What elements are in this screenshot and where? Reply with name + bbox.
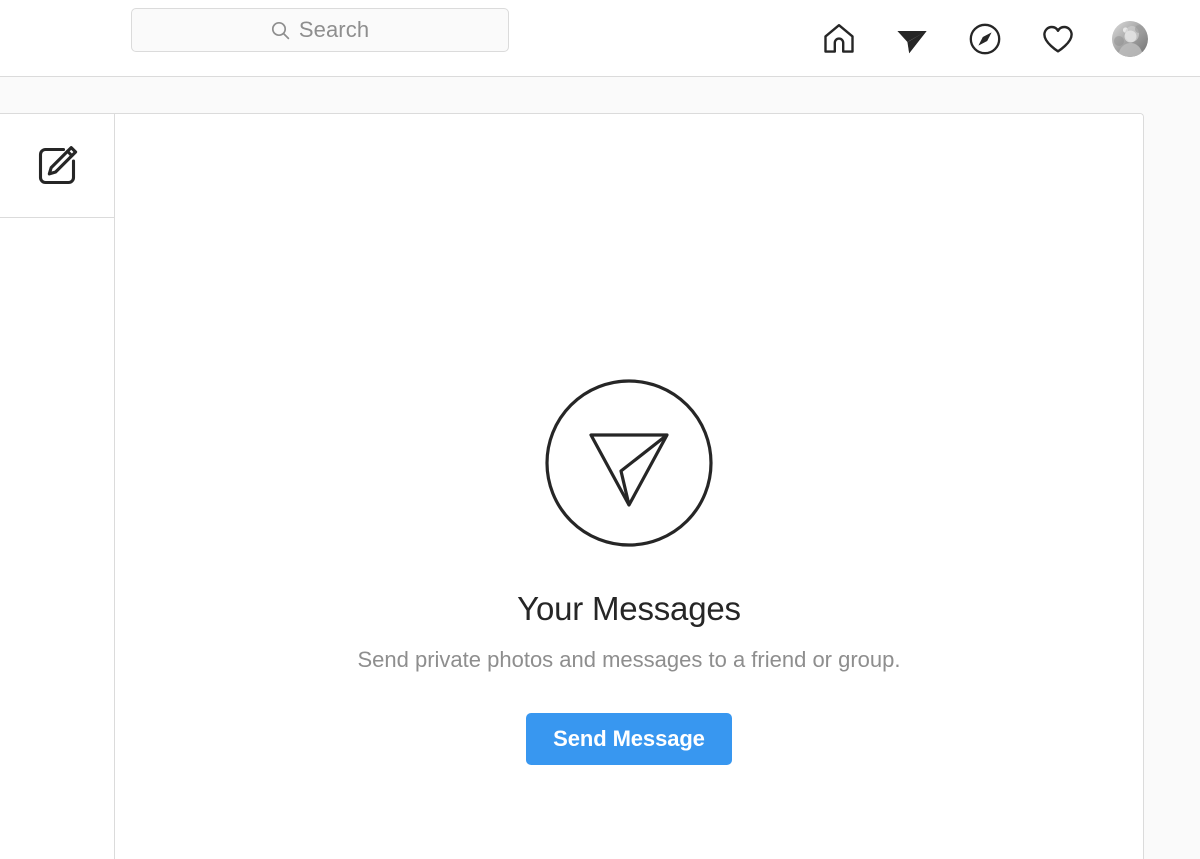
search-container: Search	[131, 8, 509, 52]
conversation-sidebar-header	[0, 114, 114, 218]
home-icon	[822, 22, 856, 56]
nav-direct-button[interactable]	[893, 20, 931, 58]
compose-pencil-icon	[33, 142, 81, 190]
profile-avatar[interactable]	[1112, 20, 1148, 57]
conversation-sidebar	[0, 114, 115, 859]
direct-messages-panel: Your Messages Send private photos and me…	[0, 113, 1144, 859]
direct-icon	[895, 22, 929, 56]
page-title: Your Messages	[517, 590, 741, 627]
nav-activity-button[interactable]	[1039, 20, 1077, 58]
empty-state-subtitle: Send private photos and messages to a fr…	[357, 647, 901, 673]
search-input[interactable]: Search	[131, 8, 509, 52]
search-placeholder-text: Search	[298, 17, 370, 42]
nav-icon-group	[820, 0, 1148, 77]
direct-circle-icon	[545, 379, 713, 547]
activity-heart-icon	[1041, 22, 1075, 56]
page-body: Your Messages Send private photos and me…	[0, 77, 1200, 859]
conversation-thread-list[interactable]	[0, 218, 114, 859]
messages-empty-state: Your Messages Send private photos and me…	[115, 114, 1143, 859]
search-icon	[271, 21, 290, 40]
top-navigation-bar: Search	[0, 0, 1200, 77]
explore-icon	[968, 22, 1002, 56]
nav-explore-button[interactable]	[966, 20, 1004, 58]
nav-home-button[interactable]	[820, 20, 858, 58]
send-message-button[interactable]: Send Message	[526, 712, 732, 765]
compose-message-button[interactable]	[33, 142, 81, 190]
